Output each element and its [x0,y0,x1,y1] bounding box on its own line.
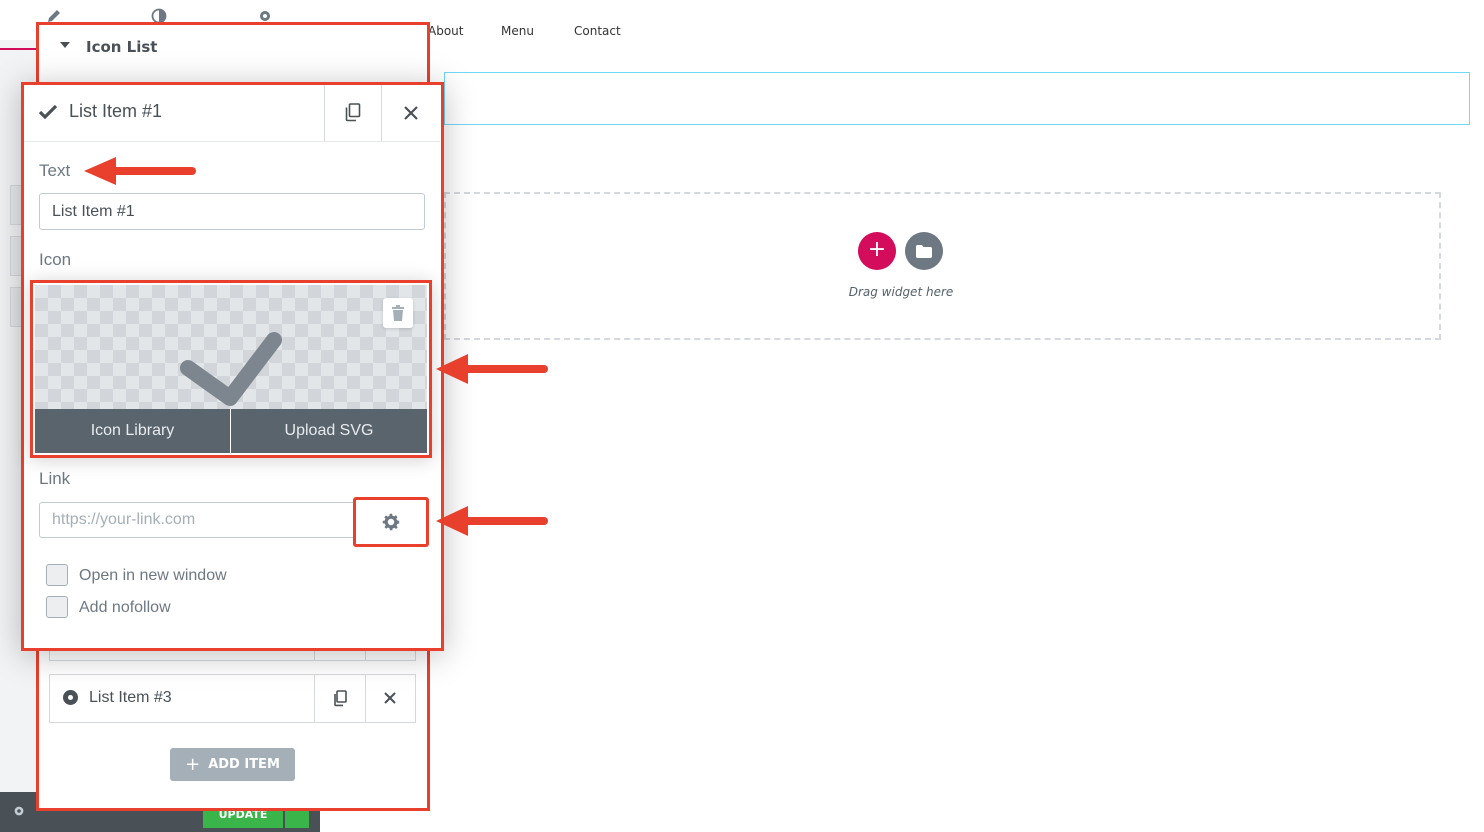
folder-icon [916,244,932,258]
selected-header-section[interactable] [444,72,1470,125]
add-section-button[interactable]: + [858,232,896,270]
dot-circle-icon [63,690,78,705]
icon-library-button[interactable]: Icon Library [35,409,230,453]
link-url-field[interactable]: https://your-link.com [39,502,355,538]
duplicate-icon[interactable] [344,103,361,122]
upload-svg-button[interactable]: Upload SVG [231,409,427,453]
link-options-button[interactable] [353,497,429,547]
list-item-label[interactable]: List Item #3 [89,689,172,707]
trash-icon [392,305,404,321]
add-item-label: ADD ITEM [208,757,280,772]
check-icon [180,332,282,406]
row-divider [314,675,315,722]
remove-item-icon[interactable] [383,691,397,705]
annotation-arrow-icon [84,157,196,185]
annotation-arrow-icon [436,506,548,536]
open-new-window-checkbox[interactable] [46,564,68,586]
nav-link-menu[interactable]: Menu [501,24,534,38]
plus-icon: + [185,754,201,775]
nav-link-contact[interactable]: Contact [574,24,621,38]
popup-title[interactable]: List Item #1 [69,101,162,122]
gear-icon [382,513,400,531]
active-tab-indicator [0,48,36,50]
duplicate-icon[interactable] [332,690,348,707]
add-nofollow-label[interactable]: Add nofollow [79,599,171,617]
nav-link-about[interactable]: About [428,24,463,38]
check-icon [38,104,58,120]
close-icon[interactable] [403,105,419,121]
annotation-arrow-icon [436,354,548,384]
text-field[interactable]: List Item #1 [39,193,425,230]
icon-field-label: Icon [39,250,72,269]
caret-down-icon[interactable] [60,42,70,48]
delete-icon-button[interactable] [383,298,413,328]
section-title[interactable]: Icon List [86,38,157,56]
text-field-label: Text [39,161,71,180]
header-divider [324,85,325,141]
link-field-label: Link [39,469,71,488]
row-divider [365,675,366,722]
add-template-button[interactable] [905,232,943,270]
settings-gear-icon[interactable] [12,804,26,818]
editor-screen: About Menu Contact + Drag widget here UP… [0,0,1484,832]
add-item-button[interactable]: + ADD ITEM [170,748,295,781]
widget-drop-zone[interactable] [444,192,1441,340]
add-nofollow-checkbox[interactable] [46,596,68,618]
drop-zone-hint: Drag widget here [848,285,954,299]
open-new-window-label[interactable]: Open in new window [79,567,227,585]
header-divider [381,85,382,141]
